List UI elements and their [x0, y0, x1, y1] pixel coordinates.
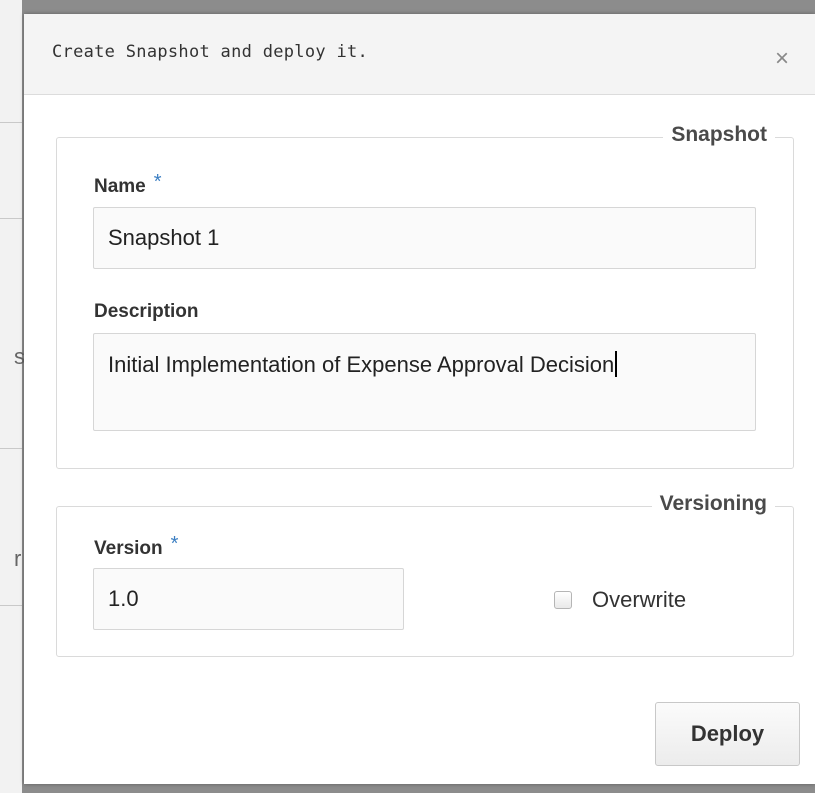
name-label-text: Name	[94, 176, 146, 197]
background-app-strip: s r	[0, 0, 25, 793]
text-caret	[615, 351, 618, 378]
close-icon[interactable]: ×	[769, 46, 795, 72]
version-label: Version *	[94, 533, 178, 560]
snapshot-section-legend: Snapshot	[663, 123, 775, 147]
version-required-indicator: *	[170, 533, 179, 555]
versioning-section: Versioning Version * 1.0 Overwrite	[56, 492, 794, 657]
name-required-indicator: *	[153, 171, 162, 193]
version-field[interactable]: 1.0	[93, 568, 404, 630]
versioning-section-legend: Versioning	[651, 492, 775, 516]
background-divider	[0, 448, 22, 449]
snapshot-section: Snapshot Name * Snapshot 1 Description In…	[56, 123, 794, 469]
version-field-value: 1.0	[108, 586, 139, 611]
description-field-value: Initial Implementation of Expense Approv…	[108, 352, 615, 377]
background-divider	[0, 605, 22, 606]
overwrite-checkbox[interactable]	[554, 591, 572, 609]
background-divider	[0, 218, 22, 219]
name-label: Name *	[94, 171, 162, 198]
overwrite-label: Overwrite	[592, 587, 687, 612]
description-field[interactable]: Initial Implementation of Expense Approv…	[93, 333, 756, 431]
version-label-text: Version	[94, 538, 163, 559]
overwrite-checkbox-row[interactable]: Overwrite	[554, 587, 686, 613]
deploy-button[interactable]: Deploy	[655, 702, 800, 766]
name-field-value: Snapshot 1	[108, 225, 220, 250]
description-label: Description	[94, 301, 199, 322]
create-snapshot-dialog: Create Snapshot and deploy it. × Snapsho…	[24, 14, 815, 784]
background-divider	[0, 122, 22, 123]
dialog-title: Create Snapshot and deploy it.	[52, 42, 369, 62]
dialog-header: Create Snapshot and deploy it. ×	[24, 14, 815, 95]
name-field[interactable]: Snapshot 1	[93, 207, 756, 269]
background-text-fragment: r	[14, 546, 22, 571]
